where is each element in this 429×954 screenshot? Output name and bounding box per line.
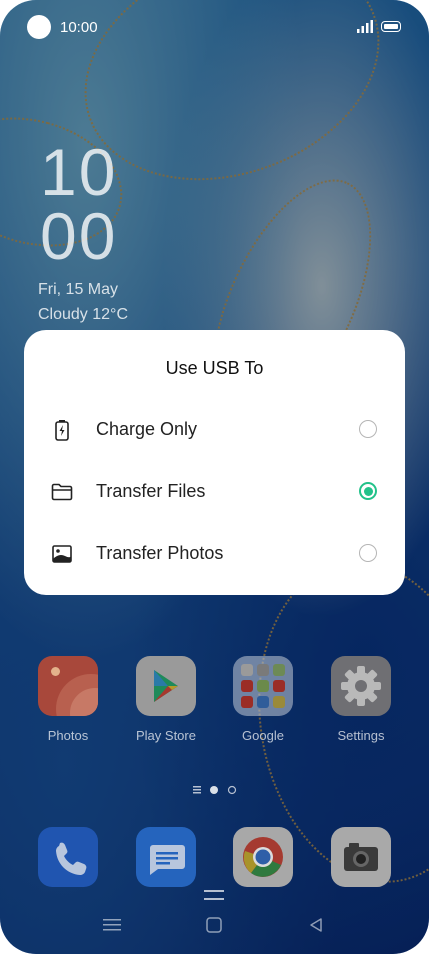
option-transfer-files[interactable]: Transfer Files xyxy=(24,461,405,523)
menu-icon[interactable] xyxy=(103,918,121,932)
lock-clock: 10 00 xyxy=(40,135,118,273)
dock-messages[interactable] xyxy=(136,827,196,887)
option-charge-only[interactable]: Charge Only xyxy=(24,399,405,461)
camera-icon xyxy=(331,827,391,887)
home-icon[interactable] xyxy=(206,917,222,933)
phone-icon xyxy=(38,827,98,887)
folder-icon xyxy=(51,483,73,501)
app-play-store[interactable]: Play Store xyxy=(136,656,196,743)
app-label: Photos xyxy=(47,728,89,743)
clock-minute: 00 xyxy=(40,199,118,273)
google-folder-icon xyxy=(233,656,293,716)
phone-screen: 10:00 10 00 Fri, 15 May Cloudy 12°C Phot… xyxy=(0,0,429,954)
usb-mode-dialog: Use USB To Charge Only Transfer Files Tr… xyxy=(24,330,405,595)
clock-date: Fri, 15 May xyxy=(38,281,119,298)
status-bar: 10:00 xyxy=(0,0,429,56)
battery-icon xyxy=(381,21,401,32)
chrome-icon xyxy=(233,827,293,887)
clock-hour: 10 xyxy=(40,135,118,209)
battery-charging-icon xyxy=(55,420,69,441)
option-label: Transfer Photos xyxy=(96,543,224,563)
photos-icon xyxy=(38,656,98,716)
app-google-folder[interactable]: Google xyxy=(233,656,293,743)
radio-button[interactable] xyxy=(359,544,377,562)
dock-chrome[interactable] xyxy=(233,827,293,887)
option-transfer-photos[interactable]: Transfer Photos xyxy=(24,523,405,585)
weather-text: Cloudy 12°C xyxy=(38,306,128,323)
photo-icon xyxy=(52,545,72,563)
option-label: Transfer Files xyxy=(96,481,206,501)
messages-icon xyxy=(136,827,196,887)
back-icon[interactable] xyxy=(308,917,324,933)
app-photos[interactable]: Photos xyxy=(38,656,98,743)
dock-phone[interactable] xyxy=(38,827,98,887)
play-store-icon xyxy=(136,656,196,716)
signal-icon xyxy=(357,20,373,33)
radio-button-selected[interactable] xyxy=(359,482,377,500)
app-label: Google xyxy=(242,728,284,743)
dock-handle[interactable] xyxy=(204,890,224,900)
dock-camera[interactable] xyxy=(331,827,391,887)
status-time: 10:00 xyxy=(60,19,98,36)
dialog-title: Use USB To xyxy=(165,358,264,378)
app-settings[interactable]: Settings xyxy=(331,656,391,743)
settings-gear-icon xyxy=(331,656,391,716)
front-camera-icon xyxy=(27,15,51,39)
option-label: Charge Only xyxy=(96,419,198,439)
page-indicator xyxy=(193,783,243,795)
radio-button[interactable] xyxy=(359,420,377,438)
app-label: Play Store xyxy=(136,728,196,743)
app-label: Settings xyxy=(337,728,385,743)
navigation-bar xyxy=(0,910,429,940)
